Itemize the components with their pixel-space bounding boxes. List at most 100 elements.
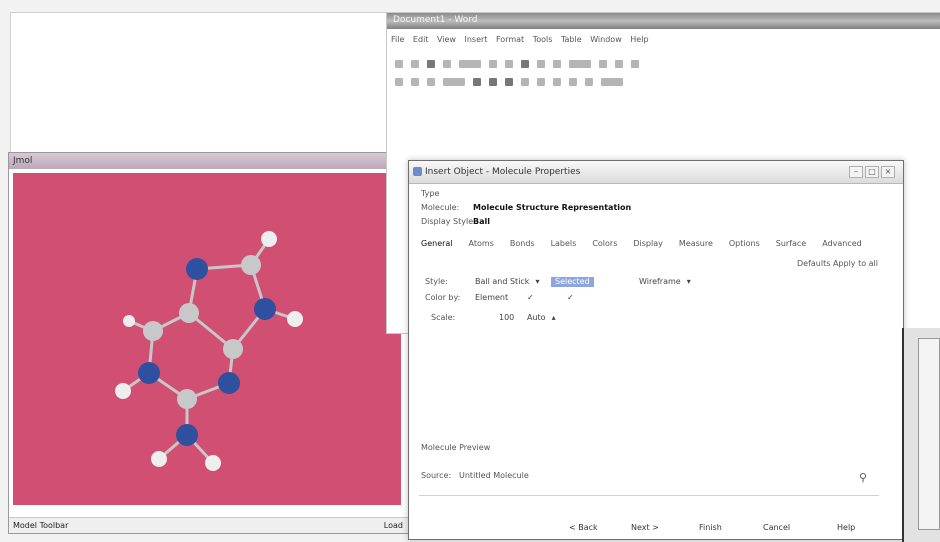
- bold-icon[interactable]: [473, 78, 481, 86]
- style-option-1[interactable]: Ball and Stick ▾: [475, 277, 539, 287]
- paste-icon[interactable]: [427, 78, 435, 86]
- cancel-button[interactable]: Cancel: [763, 523, 790, 532]
- nitrogen-atom: [186, 258, 208, 280]
- save-icon[interactable]: [427, 60, 435, 68]
- open-icon[interactable]: [411, 60, 419, 68]
- toolbar-row-1: [395, 57, 639, 71]
- align-center-icon[interactable]: [537, 78, 545, 86]
- font-dropdown[interactable]: [569, 60, 591, 68]
- style-label: Style:: [425, 277, 448, 286]
- color-check-2[interactable]: ✓: [567, 293, 574, 303]
- new-icon[interactable]: [395, 60, 403, 68]
- highlight-dropdown[interactable]: [601, 78, 623, 86]
- nitrogen-atom: [138, 362, 160, 384]
- indent-icon[interactable]: [599, 60, 607, 68]
- finish-button[interactable]: Finish: [699, 523, 722, 532]
- display-style-label: Display Style:: [421, 217, 476, 226]
- hydrogen-atom: [115, 383, 131, 399]
- close-icon[interactable]: ×: [881, 166, 895, 178]
- type-label: Type: [421, 189, 440, 198]
- nitrogen-atom: [176, 424, 198, 446]
- color-check-1[interactable]: ✓: [527, 293, 534, 303]
- hydrogen-atom: [287, 311, 303, 327]
- carbon-atom: [143, 321, 163, 341]
- maximize-icon[interactable]: □: [865, 166, 879, 178]
- display-style-value: Ball: [473, 217, 490, 226]
- status-right: Load: [383, 521, 403, 530]
- color-by-label: Color by:: [425, 293, 461, 302]
- dialog-title: Insert Object - Molecule Properties: [425, 167, 581, 177]
- table-icon[interactable]: [521, 60, 529, 68]
- carbon-atom: [241, 255, 261, 275]
- undo-icon[interactable]: [489, 60, 497, 68]
- help-button[interactable]: Help: [837, 523, 855, 532]
- carbon-atom: [223, 339, 243, 359]
- carbon-atom: [179, 303, 199, 323]
- next-button[interactable]: Next >: [631, 523, 659, 532]
- nitrogen-atom: [254, 298, 276, 320]
- cut-icon[interactable]: [395, 78, 403, 86]
- tab-advanced[interactable]: Advanced: [822, 239, 862, 248]
- zoom-icon[interactable]: [553, 60, 561, 68]
- background-window: [902, 328, 940, 542]
- tab-general[interactable]: General: [421, 239, 453, 248]
- size-dropdown[interactable]: [443, 78, 465, 86]
- object-dialog: Insert Object - Molecule Properties – □ …: [408, 160, 904, 540]
- tab-options[interactable]: Options: [729, 239, 760, 248]
- tab-measure[interactable]: Measure: [679, 239, 713, 248]
- viewer-title: Jmol: [13, 156, 33, 166]
- scale-mode[interactable]: Auto ▴: [527, 313, 556, 323]
- nitrogen-atom: [218, 372, 240, 394]
- italic-icon[interactable]: [489, 78, 497, 86]
- divider: [419, 495, 879, 496]
- color-by-select[interactable]: Element: [475, 293, 508, 303]
- source-value[interactable]: Untitled Molecule: [459, 471, 529, 480]
- numbering-icon[interactable]: [585, 78, 593, 86]
- preview-label: Molecule Preview: [421, 443, 491, 452]
- tab-bonds[interactable]: Bonds: [510, 239, 535, 248]
- scrollbar[interactable]: [918, 338, 940, 530]
- dialog-titlebar: Insert Object - Molecule Properties – □ …: [409, 161, 903, 184]
- viewer-statusbar: Model Toolbar Load: [9, 517, 409, 533]
- underline-icon[interactable]: [505, 78, 513, 86]
- print-icon[interactable]: [443, 60, 451, 68]
- hydrogen-atom: [151, 451, 167, 467]
- hydrogen-atom: [205, 455, 221, 471]
- columns-icon[interactable]: [537, 60, 545, 68]
- hydrogen-atom: [261, 231, 277, 247]
- align-right-icon[interactable]: [553, 78, 561, 86]
- molecule-viewer-window: Jmol Model Toolbar Load: [8, 152, 410, 534]
- tab-atoms[interactable]: Atoms: [469, 239, 494, 248]
- editor-menubar[interactable]: File Edit View Insert Format Tools Table…: [391, 35, 649, 44]
- outdent-icon[interactable]: [615, 60, 623, 68]
- toolbar-row-2: [395, 75, 623, 89]
- tab-surface[interactable]: Surface: [776, 239, 806, 248]
- minimize-icon[interactable]: –: [849, 166, 863, 178]
- scale-value[interactable]: 100: [499, 313, 514, 323]
- align-left-icon[interactable]: [521, 78, 529, 86]
- bullets-icon[interactable]: [569, 78, 577, 86]
- redo-icon[interactable]: [505, 60, 513, 68]
- status-left: Model Toolbar: [13, 521, 69, 530]
- border-icon[interactable]: [631, 60, 639, 68]
- style-option-3[interactable]: Wireframe ▾: [639, 277, 691, 287]
- style-dropdown[interactable]: [459, 60, 481, 68]
- back-button[interactable]: < Back: [569, 523, 598, 532]
- tab-labels[interactable]: Labels: [551, 239, 577, 248]
- browse-icon[interactable]: ⚲: [859, 471, 867, 484]
- molecule-label: Molecule:: [421, 203, 460, 212]
- app-icon: [413, 167, 422, 176]
- dialog-tabs: General Atoms Bonds Labels Colors Displa…: [421, 239, 862, 248]
- carbon-atom: [177, 389, 197, 409]
- tab-display[interactable]: Display: [633, 239, 663, 248]
- tab-colors[interactable]: Colors: [592, 239, 617, 248]
- molecule-value: Molecule Structure Representation: [473, 203, 632, 212]
- scale-label: Scale:: [431, 313, 456, 322]
- source-label: Source:: [421, 471, 452, 480]
- molecule-drawing[interactable]: [13, 173, 401, 505]
- style-option-selected[interactable]: Selected: [551, 277, 594, 287]
- molecule-canvas[interactable]: [13, 173, 401, 505]
- viewer-titlebar: Jmol: [9, 153, 409, 169]
- defaults-link[interactable]: Defaults Apply to all: [797, 259, 878, 268]
- copy-icon[interactable]: [411, 78, 419, 86]
